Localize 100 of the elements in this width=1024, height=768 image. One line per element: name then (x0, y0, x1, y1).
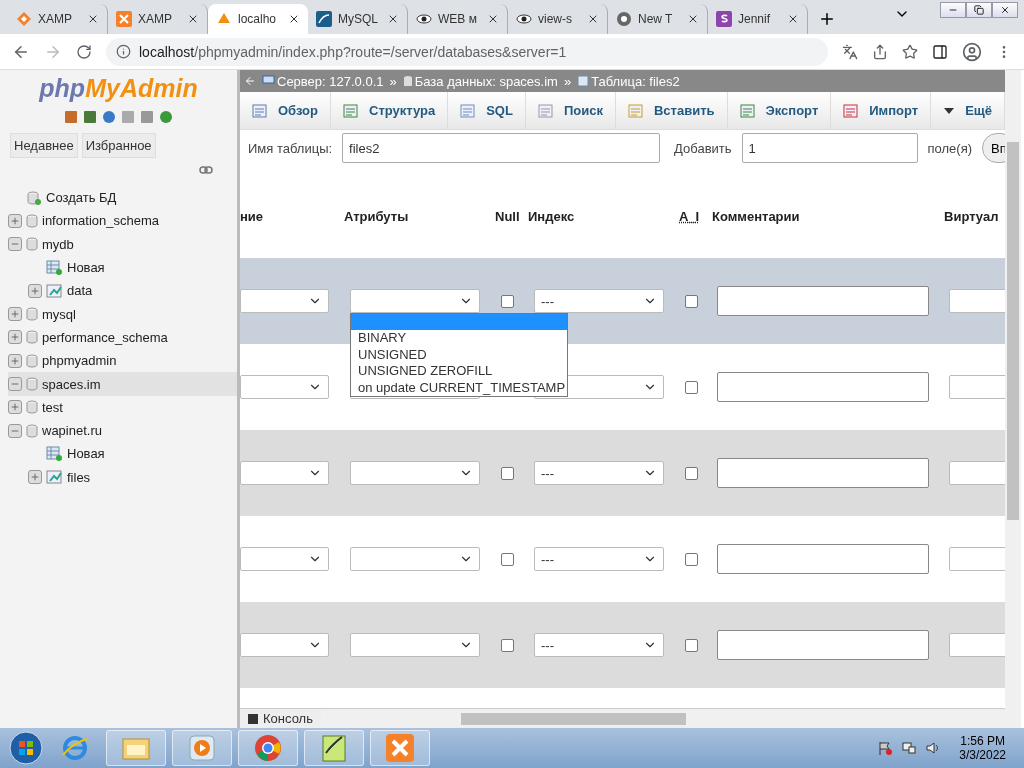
null-checkbox[interactable] (501, 294, 514, 308)
go-button[interactable]: Вп (982, 133, 1005, 163)
breadcrumb-link[interactable]: Таблица: files2 (577, 73, 680, 89)
table-name-field[interactable]: files2 (342, 133, 661, 163)
sidebar-button[interactable]: Недавнее (10, 133, 78, 158)
index-select[interactable]: --- (534, 547, 664, 571)
dropdown-option[interactable]: BINARY (351, 330, 567, 347)
attributes-select[interactable] (350, 461, 480, 485)
menu-tab[interactable]: Обзор (240, 92, 331, 129)
folder-icon[interactable] (121, 735, 151, 761)
close-icon[interactable] (687, 13, 699, 25)
menu-tab[interactable]: Вставить (615, 92, 728, 129)
attributes-select[interactable] (350, 633, 480, 657)
browser-tab[interactable]: MySQL (308, 4, 408, 34)
browser-tab[interactable]: Jennif (708, 4, 808, 34)
comment-field[interactable] (717, 544, 929, 574)
browser-tab[interactable]: XAMP (108, 4, 208, 34)
null-checkbox[interactable] (501, 466, 514, 480)
comment-field[interactable] (717, 630, 929, 660)
document-icon[interactable] (120, 109, 136, 125)
tree-item[interactable]: Новая (8, 255, 237, 280)
collapse-icon[interactable] (8, 237, 22, 252)
menu-tab[interactable]: Импорт (831, 92, 932, 129)
tree-item[interactable]: performance_schema (8, 325, 237, 350)
link-icon[interactable] (199, 166, 213, 174)
close-icon[interactable] (587, 13, 599, 25)
chrome-icon[interactable] (253, 733, 283, 763)
tree-item[interactable]: information_schema (8, 209, 237, 233)
vertical-scrollbar[interactable] (1005, 70, 1021, 728)
expand-icon[interactable] (8, 400, 22, 415)
exit-icon[interactable] (82, 109, 98, 125)
home-icon[interactable] (63, 109, 79, 125)
share-icon[interactable] (872, 43, 888, 60)
dropdown-option[interactable]: UNSIGNED ZEROFILL (351, 363, 567, 380)
expand-icon[interactable] (8, 330, 22, 345)
browser-tab[interactable]: localho (208, 4, 308, 34)
type-select[interactable] (240, 289, 329, 313)
expand-icon[interactable] (8, 213, 22, 228)
type-select[interactable] (240, 461, 329, 485)
tree-item[interactable]: spaces.im (8, 372, 237, 396)
tree-item[interactable]: test (8, 395, 237, 419)
tree-item[interactable]: files (8, 465, 237, 489)
browser-tab[interactable]: view-s (508, 4, 608, 34)
comment-field[interactable] (717, 372, 929, 402)
null-checkbox[interactable] (501, 552, 514, 566)
auto-increment-checkbox[interactable] (685, 380, 698, 394)
help-icon[interactable] (101, 109, 117, 125)
attributes-select[interactable] (350, 289, 480, 313)
attributes-select[interactable] (350, 547, 480, 571)
breadcrumb-link[interactable]: Сервер: 127.0.0.1 (262, 73, 384, 89)
expand-icon[interactable] (28, 470, 42, 485)
menu-tab[interactable]: SQL (448, 92, 526, 129)
expand-icon[interactable] (8, 353, 22, 368)
type-select[interactable] (240, 633, 329, 657)
menu-tab[interactable]: Экспорт (727, 92, 832, 129)
tree-item[interactable]: data (8, 279, 237, 303)
collapse-icon[interactable] (8, 377, 22, 391)
restore-button[interactable] (966, 2, 992, 18)
close-icon[interactable] (787, 13, 799, 25)
auto-increment-checkbox[interactable] (685, 294, 698, 308)
back-icon[interactable] (244, 75, 256, 87)
expand-icon[interactable] (28, 283, 42, 298)
network-icon[interactable] (901, 740, 918, 756)
tree-item[interactable]: wapinet.ru (8, 418, 237, 443)
console-tab[interactable]: Консоль (240, 711, 321, 726)
ie-icon[interactable] (60, 733, 90, 763)
index-select[interactable]: --- (534, 289, 664, 313)
tree-item[interactable]: Новая (8, 442, 237, 466)
collapse-icon[interactable] (8, 423, 22, 438)
notepad-icon[interactable] (320, 733, 348, 763)
virtual-select[interactable] (949, 289, 1005, 313)
profile-icon[interactable] (962, 41, 982, 62)
close-icon[interactable] (87, 13, 99, 25)
xampp-icon[interactable] (385, 733, 415, 763)
browser-tab[interactable]: XAMP (8, 4, 108, 34)
side-panel-icon[interactable] (932, 43, 948, 60)
count-field[interactable]: 1 (741, 133, 918, 163)
tree-item[interactable]: Создать БД (8, 186, 237, 210)
comment-field[interactable] (717, 458, 929, 488)
dropdown-option[interactable]: UNSIGNED (351, 346, 567, 363)
settings-icon[interactable] (139, 109, 155, 125)
close-icon[interactable] (288, 13, 300, 25)
tree-item[interactable]: phpmyadmin (8, 349, 237, 373)
auto-increment-checkbox[interactable] (685, 552, 698, 566)
tree-item[interactable]: mydb (8, 232, 237, 256)
type-select[interactable] (240, 547, 329, 571)
virtual-select[interactable] (949, 375, 1005, 399)
virtual-select[interactable] (949, 547, 1005, 571)
browser-tab[interactable]: WEB м (408, 4, 508, 34)
index-select[interactable]: --- (534, 633, 664, 657)
virtual-select[interactable] (949, 633, 1005, 657)
close-icon[interactable] (487, 13, 499, 25)
sidebar-button[interactable]: Избранное (81, 133, 156, 158)
breadcrumb-link[interactable]: База данных: spaces.im (402, 73, 558, 89)
star-icon[interactable] (902, 43, 918, 60)
close-icon[interactable] (187, 13, 199, 25)
translate-icon[interactable] (842, 43, 858, 60)
reload-icon[interactable] (76, 43, 92, 60)
start-button[interactable] (8, 730, 44, 766)
auto-increment-checkbox[interactable] (685, 466, 698, 480)
